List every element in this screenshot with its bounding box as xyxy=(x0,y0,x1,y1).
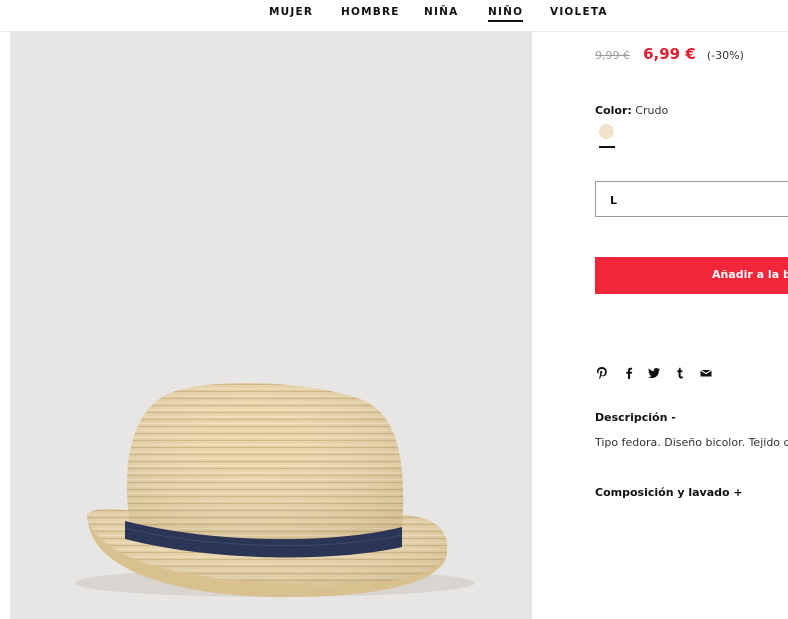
product-image[interactable] xyxy=(10,31,532,619)
size-selected-value: L xyxy=(610,194,618,207)
description-text: Tipo fedora. Diseño bicolor. Tejido de xyxy=(595,436,788,449)
nav-item-nina[interactable]: NIÑA xyxy=(424,6,458,18)
facebook-icon[interactable] xyxy=(622,366,636,380)
nav-item-mujer[interactable]: MUJER xyxy=(269,6,313,18)
nav-item-hombre[interactable]: HOMBRE xyxy=(341,6,400,18)
discount-badge: (-30%) xyxy=(706,49,744,62)
top-navigation: MUJER HOMBRE NIÑA NIÑO VIOLETA xyxy=(0,0,788,32)
selected-swatch-indicator xyxy=(599,146,615,148)
email-icon[interactable] xyxy=(699,366,713,380)
pinterest-icon[interactable] xyxy=(595,366,609,380)
nav-item-nino[interactable]: NIÑO xyxy=(488,6,524,22)
product-info-panel: 9,99 € 6,99 € (-30%) Color: Crudo L Añad… xyxy=(595,31,788,619)
old-price: 9,99 € xyxy=(595,49,630,62)
sale-price: 6,99 € xyxy=(643,45,696,63)
description-toggle[interactable]: Descripción - xyxy=(595,411,676,424)
color-row: Color: Crudo xyxy=(595,104,668,117)
twitter-icon[interactable] xyxy=(647,366,661,380)
add-to-bag-label: Añadir a la bo xyxy=(712,268,788,281)
size-select[interactable]: L xyxy=(595,181,788,217)
nav-item-violeta[interactable]: VIOLETA xyxy=(550,6,608,18)
color-label: Color: xyxy=(595,104,632,117)
add-to-bag-button[interactable]: Añadir a la bo xyxy=(595,257,788,294)
color-swatch-crudo[interactable] xyxy=(599,124,614,139)
price-row: 9,99 € 6,99 € (-30%) xyxy=(595,44,744,63)
composition-toggle[interactable]: Composición y lavado + xyxy=(595,486,743,499)
straw-hat-illustration xyxy=(75,382,475,598)
color-value: Crudo xyxy=(635,104,669,117)
tumblr-icon[interactable] xyxy=(673,366,687,380)
